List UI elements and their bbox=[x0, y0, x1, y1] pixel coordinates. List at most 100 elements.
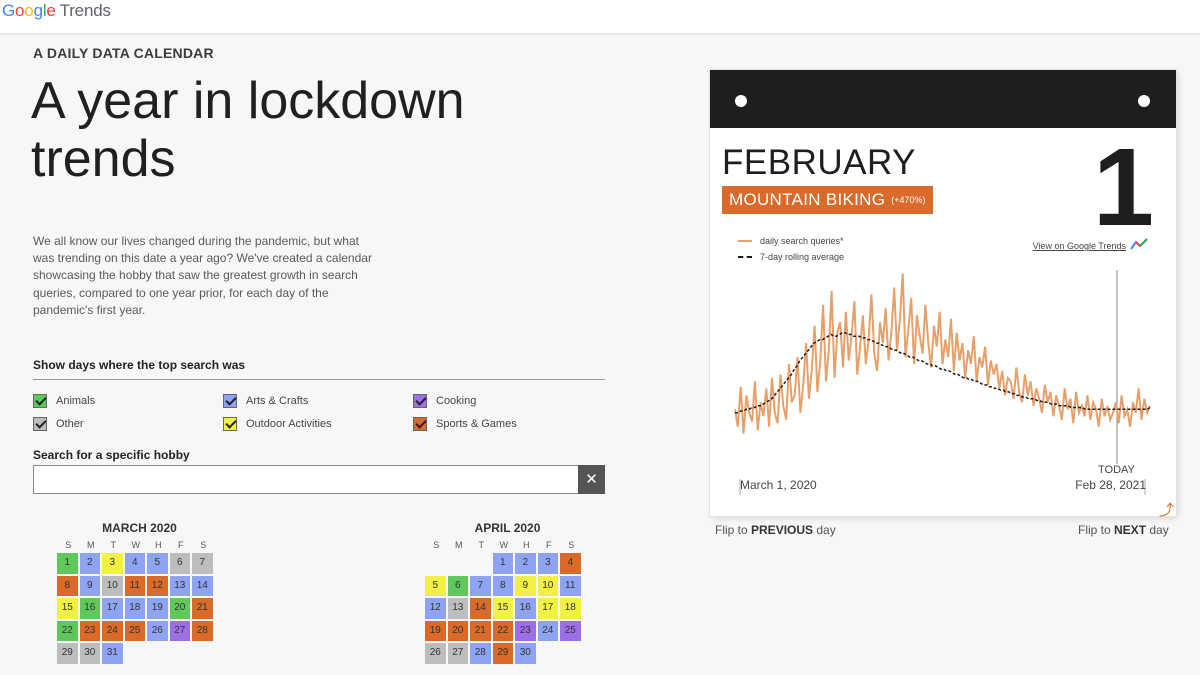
flip-previous-button[interactable]: Flip to PREVIOUS day bbox=[715, 523, 836, 537]
calendar-day[interactable]: 20 bbox=[169, 598, 190, 619]
calendar-day[interactable]: 30 bbox=[79, 643, 100, 664]
calendar-day[interactable]: 9 bbox=[79, 575, 100, 596]
calendar-day[interactable]: 29 bbox=[492, 643, 513, 664]
calendar-day[interactable]: 8 bbox=[57, 575, 78, 596]
x-axis-end: Feb 28, 2021 bbox=[1075, 478, 1146, 492]
weekday-label: S bbox=[200, 540, 207, 550]
filter-checkbox-other[interactable]: Other bbox=[33, 416, 84, 432]
calendar-day[interactable]: 6 bbox=[169, 553, 190, 574]
calendar-day[interactable]: 5 bbox=[425, 575, 446, 596]
checkbox-check-icon[interactable] bbox=[33, 394, 47, 408]
calendar-day[interactable]: 30 bbox=[515, 643, 536, 664]
calendar-day[interactable]: 13 bbox=[447, 598, 468, 619]
filter-heading: Show days where the top search was bbox=[33, 358, 246, 372]
day-grid: 1 2 3 4 5 6 7 8 9 10 11 12 13 14 15 16 17 18 19 20 21 22 23 24 2… bbox=[57, 553, 215, 666]
weekday-label: H bbox=[523, 540, 530, 550]
calendar-day[interactable]: 4 bbox=[560, 553, 581, 574]
calendar-month: MARCH 2020 S M T W H F S 1 2 3 4 5 6 7 8 9 10 11 12 13 14 15 16… bbox=[57, 521, 222, 666]
calendar-day[interactable]: 10 bbox=[537, 575, 558, 596]
calendar-day[interactable]: 3 bbox=[102, 553, 123, 574]
filter-label: Other bbox=[56, 418, 84, 430]
calendar-day[interactable]: 28 bbox=[192, 620, 213, 641]
calendar-day[interactable]: 23 bbox=[79, 620, 100, 641]
calendar-day[interactable]: 1 bbox=[57, 553, 78, 574]
calendar-day[interactable]: 7 bbox=[470, 575, 491, 596]
filter-checkbox-sports-games[interactable]: Sports & Games bbox=[413, 416, 517, 432]
calendar-day[interactable]: 12 bbox=[147, 575, 168, 596]
checkbox-check-icon[interactable] bbox=[413, 394, 427, 408]
checkbox-check-icon[interactable] bbox=[33, 417, 47, 431]
calendar-day[interactable]: 17 bbox=[537, 598, 558, 619]
calendar-day[interactable]: 24 bbox=[102, 620, 123, 641]
calendar-day[interactable]: 21 bbox=[470, 620, 491, 641]
checkbox-check-icon[interactable] bbox=[413, 417, 427, 431]
filter-label: Outdoor Activities bbox=[246, 418, 332, 430]
google-trends-logo[interactable]: Google Trends bbox=[2, 1, 111, 21]
weekday-label: S bbox=[433, 540, 440, 550]
calendar-day[interactable]: 17 bbox=[102, 598, 123, 619]
calendar-day[interactable]: 27 bbox=[447, 643, 468, 664]
calendar-day[interactable]: 4 bbox=[124, 553, 145, 574]
calendar-day[interactable]: 11 bbox=[124, 575, 145, 596]
calendar-day[interactable]: 1 bbox=[492, 553, 513, 574]
calendar-day[interactable]: 28 bbox=[470, 643, 491, 664]
calendar-day[interactable]: 6 bbox=[447, 575, 468, 596]
flip-page-icon[interactable]: ⤴ bbox=[1159, 499, 1174, 520]
filter-label: Arts & Crafts bbox=[246, 395, 309, 407]
calendar-day[interactable]: 10 bbox=[102, 575, 123, 596]
filter-checkbox-animals[interactable]: Animals bbox=[33, 393, 95, 409]
weekday-label: W bbox=[499, 540, 509, 550]
weekday-label: T bbox=[110, 540, 117, 550]
logo-product: Trends bbox=[59, 1, 111, 20]
calendar-day[interactable]: 23 bbox=[515, 620, 536, 641]
calendar-day[interactable]: 5 bbox=[147, 553, 168, 574]
calendar-day[interactable]: 15 bbox=[492, 598, 513, 619]
calendar-day[interactable]: 22 bbox=[492, 620, 513, 641]
calendar-day[interactable]: 9 bbox=[515, 575, 536, 596]
daily-calendar-card: FEBRUARY 1 MOUNTAIN BIKING (+470%) daily… bbox=[710, 70, 1176, 516]
empty-day bbox=[448, 553, 469, 574]
weekday-label: M bbox=[87, 540, 95, 550]
calendar-day[interactable]: 20 bbox=[447, 620, 468, 641]
flip-next-prefix: Flip to bbox=[1078, 523, 1115, 537]
checkbox-check-icon[interactable] bbox=[223, 417, 237, 431]
calendar-day[interactable]: 22 bbox=[57, 620, 78, 641]
calendar-day[interactable]: 11 bbox=[560, 575, 581, 596]
calendar-day[interactable]: 27 bbox=[169, 620, 190, 641]
day-grid: 1 2 3 4 5 6 7 8 9 10 11 12 13 14 15 16 17 18 19 20 21 22 23 24 2… bbox=[425, 553, 583, 666]
calendar-day[interactable]: 26 bbox=[147, 620, 168, 641]
calendar-day[interactable]: 14 bbox=[470, 598, 491, 619]
calendar-day[interactable]: 14 bbox=[192, 575, 213, 596]
calendar-day[interactable]: 19 bbox=[147, 598, 168, 619]
x-axis-start: March 1, 2020 bbox=[740, 478, 817, 492]
filter-checkbox-outdoor-activities[interactable]: Outdoor Activities bbox=[223, 416, 332, 432]
filter-checkbox-cooking[interactable]: Cooking bbox=[413, 393, 476, 409]
calendar-day[interactable]: 19 bbox=[425, 620, 446, 641]
calendar-day[interactable]: 8 bbox=[492, 575, 513, 596]
filter-checkbox-arts-crafts[interactable]: Arts & Crafts bbox=[223, 393, 308, 409]
calendar-day[interactable]: 18 bbox=[124, 598, 145, 619]
calendar-day[interactable]: 2 bbox=[515, 553, 536, 574]
calendar-day[interactable]: 16 bbox=[515, 598, 536, 619]
flip-next-button[interactable]: Flip to NEXT day bbox=[1078, 523, 1169, 537]
calendar-day[interactable]: 13 bbox=[169, 575, 190, 596]
hobby-search-input[interactable] bbox=[33, 465, 579, 494]
calendar-day[interactable]: 31 bbox=[102, 643, 123, 664]
calendar-day[interactable]: 12 bbox=[425, 598, 446, 619]
checkbox-check-icon[interactable] bbox=[223, 394, 237, 408]
calendar-day[interactable]: 2 bbox=[79, 553, 100, 574]
weekday-label: M bbox=[455, 540, 463, 550]
calendar-day[interactable]: 25 bbox=[124, 620, 145, 641]
calendar-day[interactable]: 21 bbox=[192, 598, 213, 619]
calendar-day[interactable]: 24 bbox=[537, 620, 558, 641]
calendar-day[interactable]: 29 bbox=[57, 643, 78, 664]
calendar-day[interactable]: 16 bbox=[79, 598, 100, 619]
calendar-day[interactable]: 26 bbox=[425, 643, 446, 664]
month-title: APRIL 2020 bbox=[474, 521, 541, 535]
calendar-day[interactable]: 15 bbox=[57, 598, 78, 619]
close-icon[interactable]: ✕ bbox=[578, 465, 605, 494]
calendar-day[interactable]: 18 bbox=[560, 598, 581, 619]
calendar-day[interactable]: 3 bbox=[537, 553, 558, 574]
calendar-day[interactable]: 25 bbox=[560, 620, 581, 641]
calendar-day[interactable]: 7 bbox=[192, 553, 213, 574]
